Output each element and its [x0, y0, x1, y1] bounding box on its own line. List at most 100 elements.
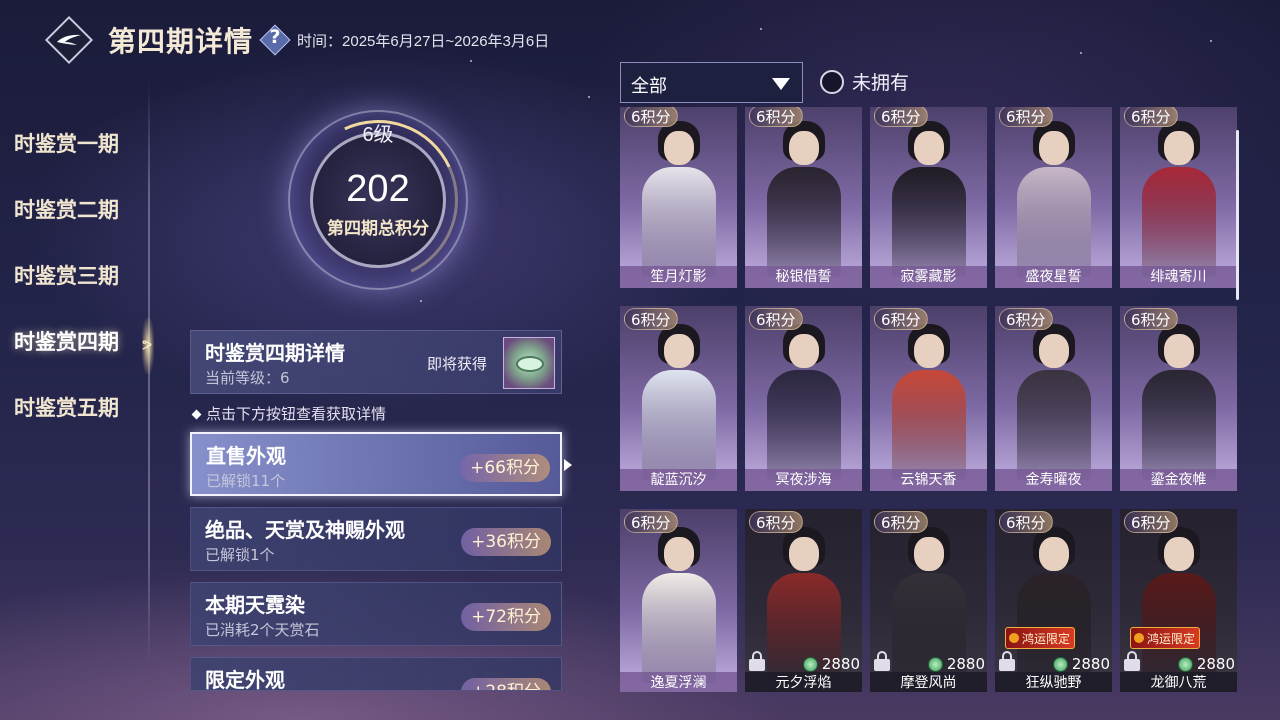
card-points-badge: 6积分 [1124, 308, 1178, 330]
active-nav-indicator-icon: ᕗ [142, 338, 153, 354]
character-outfit [767, 370, 841, 480]
character-face [1164, 537, 1194, 571]
nav-item-period-1[interactable]: 时鉴赏一期 [0, 110, 160, 176]
outfit-card[interactable]: 6积分 2880 摩登风尚 [870, 509, 987, 692]
current-level: 当前等级：6 [205, 369, 290, 387]
card-points-badge: 6积分 [749, 511, 803, 533]
character-outfit [767, 167, 841, 277]
price-value: 2880 [1196, 655, 1235, 673]
card-price: 2880 [1052, 655, 1110, 673]
card-name: 靛蓝沉汐 [620, 469, 737, 491]
category-direct-sale[interactable]: 直售外观 已解锁11个 +66积分 [190, 432, 562, 496]
total-score-label: 第四期总积分 [327, 219, 429, 239]
card-price: 2880 [927, 655, 985, 673]
card-name: 龙御八荒 [1120, 672, 1237, 692]
character-face [1039, 334, 1069, 368]
help-button[interactable]: ? [259, 24, 291, 56]
character-outfit [1017, 167, 1091, 277]
jade-coin-icon [927, 656, 943, 672]
card-name: 秘银借誓 [745, 266, 862, 288]
jade-coin-icon [802, 656, 818, 672]
not-owned-filter[interactable]: 未拥有 [820, 68, 909, 95]
lock-icon [874, 651, 890, 671]
outfit-card[interactable]: 6积分金寿曜夜 [995, 306, 1112, 491]
outfit-card[interactable]: 6积分 云锦天香 [870, 306, 987, 491]
price-value: 2880 [1071, 655, 1110, 673]
outfit-card[interactable]: 6积分 盛夜星誓 [995, 107, 1112, 288]
outfit-card[interactable]: 6积分冥夜涉海 [745, 306, 862, 491]
card-name: 金寿曜夜 [995, 469, 1112, 491]
back-arrow-icon [57, 34, 81, 45]
nav-item-period-5[interactable]: 时鉴赏五期 [0, 374, 160, 440]
character-face [914, 131, 944, 165]
nav-item-period-2[interactable]: 时鉴赏二期 [0, 176, 160, 242]
outfit-card[interactable]: 6积分 绯魂寄川 [1120, 107, 1237, 288]
price-value: 2880 [821, 655, 860, 673]
card-name: 元夕浮焰 [745, 672, 862, 692]
outfit-card[interactable]: 6积分 2880 鸿运限定 龙御八荒 [1120, 509, 1237, 692]
total-score-value: 202 [346, 168, 410, 210]
limited-tag-badge: 鸿运限定 [1005, 627, 1076, 649]
character-face [789, 537, 819, 571]
outfit-card[interactable]: 6积分靛蓝沉汐 [620, 306, 737, 491]
card-points-badge: 6积分 [1124, 511, 1178, 533]
outfit-card[interactable]: 6积分秘银借誓 [745, 107, 862, 288]
card-name: 冥夜涉海 [745, 469, 862, 491]
outfit-card[interactable]: 6积分 2880 鸿运限定 狂纵驰野 [995, 509, 1112, 692]
outfit-card[interactable]: 6积分 笙月灯影 [620, 107, 737, 288]
outfit-card[interactable]: 6积分鎏金夜帷 [1120, 306, 1237, 491]
detail-title: 时鉴赏四期详情 [205, 341, 345, 365]
character-face [664, 131, 694, 165]
category-points-badge: +36积分 [461, 528, 551, 556]
nav-item-period-4[interactable]: 时鉴赏四期 [0, 308, 160, 374]
card-points-badge: 6积分 [874, 107, 928, 127]
category-title: 绝品、天赏及神赐外观 [205, 518, 405, 542]
character-face [1039, 537, 1069, 571]
header: 第四期详情 ? 时间：2025年6月27日~2026年3月6日 [44, 14, 549, 66]
upcoming-reward-label: 即将获得 [427, 355, 488, 373]
diamond-bullet-icon [191, 409, 202, 420]
question-icon: ? [269, 26, 281, 48]
total-score-dial: 6级 202 第四期总积分 [275, 97, 481, 303]
card-points-badge: 6积分 [874, 308, 928, 330]
card-name: 鎏金夜帷 [1120, 469, 1237, 491]
card-points-badge: 6积分 [999, 308, 1053, 330]
lock-icon [999, 651, 1015, 671]
card-points-badge: 6积分 [749, 107, 803, 127]
grid-scrollbar[interactable] [1236, 130, 1239, 300]
card-name: 摩登风尚 [870, 672, 987, 692]
reward-item-icon [516, 356, 544, 372]
card-price: 2880 [1177, 655, 1235, 673]
card-points-badge: 6积分 [1124, 107, 1178, 127]
jade-coin-icon [1052, 656, 1068, 672]
character-outfit [642, 370, 716, 480]
outfit-card[interactable]: 6积分 逸夏浮澜 [620, 509, 737, 692]
outfit-card[interactable]: 6积分 2880 元夕浮焰 [745, 509, 862, 692]
character-outfit [892, 370, 966, 480]
category-limited-outfits[interactable]: 限定外观 +28积分 [190, 657, 562, 691]
character-face [789, 131, 819, 165]
outfit-card[interactable]: 6积分寂雾藏影 [870, 107, 987, 288]
card-name: 寂雾藏影 [870, 266, 987, 288]
character-face [914, 537, 944, 571]
upcoming-reward-thumbnail[interactable] [503, 337, 555, 389]
filter-dropdown[interactable]: 全部 [620, 62, 803, 103]
category-premium-outfits[interactable]: 绝品、天赏及神赐外观 已解锁1个 +36积分 [190, 507, 562, 571]
back-button[interactable] [44, 15, 94, 65]
page-title: 第四期详情 [108, 25, 254, 58]
card-name: 笙月灯影 [620, 266, 737, 288]
character-outfit [642, 167, 716, 277]
not-owned-radio[interactable] [820, 69, 844, 94]
category-dye[interactable]: 本期天霓染 已消耗2个天赏石 +72积分 [190, 582, 562, 646]
score-level: 6级 [362, 124, 394, 146]
character-face [1164, 131, 1194, 165]
period-nav: 时鉴赏一期 时鉴赏二期 时鉴赏三期 时鉴赏四期 时鉴赏五期 [0, 110, 160, 440]
card-points-badge: 6积分 [624, 308, 678, 330]
card-points-badge: 6积分 [749, 308, 803, 330]
category-points-badge: +28积分 [461, 678, 551, 690]
category-points-badge: +72积分 [461, 603, 551, 631]
card-points-badge: 6积分 [999, 511, 1053, 533]
nav-item-period-3[interactable]: 时鉴赏三期 [0, 242, 160, 308]
category-points-badge: +66积分 [460, 454, 550, 482]
character-face [664, 334, 694, 368]
